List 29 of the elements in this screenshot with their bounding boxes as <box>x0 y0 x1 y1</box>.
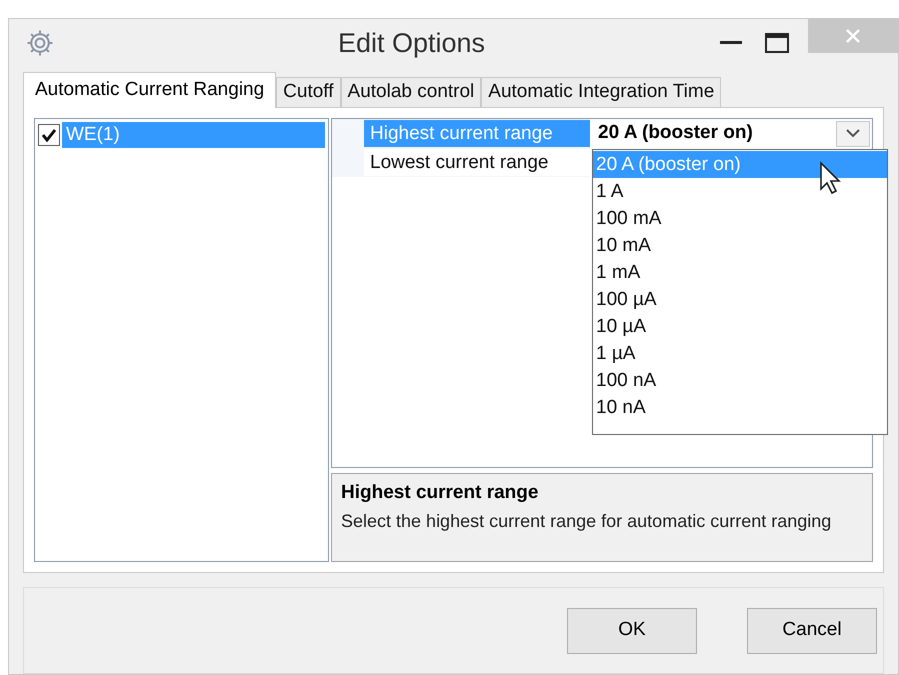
dropdown-option[interactable]: 100 nA <box>593 367 887 394</box>
dropdown-option[interactable]: 1 µA <box>593 340 887 367</box>
tab[interactable]: Cutoff <box>276 77 341 107</box>
property-name[interactable]: Lowest current range <box>364 149 590 176</box>
dialog-button[interactable]: Cancel <box>747 608 877 654</box>
window-title: Edit Options <box>338 26 486 60</box>
dropdown-button[interactable] <box>836 120 870 146</box>
dialog-button[interactable]: OK <box>567 608 697 654</box>
dropdown-option[interactable]: 10 mA <box>593 232 887 259</box>
cursor-icon <box>819 161 841 195</box>
chevron-down-icon <box>846 129 860 138</box>
gear-icon <box>25 28 55 58</box>
maximize-icon <box>765 33 789 53</box>
minimize-icon <box>720 41 742 45</box>
dropdown-option[interactable]: 100 µA <box>593 286 887 313</box>
dropdown-option[interactable]: 1 mA <box>593 259 887 286</box>
tab[interactable]: Autolab control <box>340 77 482 107</box>
dropdown-option[interactable]: 1 A <box>593 178 887 205</box>
dropdown-option[interactable]: 10 µA <box>593 313 887 340</box>
checkbox[interactable] <box>38 124 60 146</box>
description-title: Highest current range <box>341 481 540 505</box>
checkmark-icon <box>41 128 57 142</box>
close-icon <box>846 29 860 43</box>
description-text: Select the highest current range for automatic current ranging <box>341 510 832 533</box>
tab[interactable]: Automatic Current Ranging <box>23 72 276 108</box>
property-value: 20 A (booster on) <box>598 121 754 146</box>
dropdown-option[interactable]: 100 mA <box>593 205 887 232</box>
dropdown-option[interactable]: 10 nA <box>593 394 887 421</box>
tab[interactable]: Automatic Integration Time <box>481 77 722 107</box>
